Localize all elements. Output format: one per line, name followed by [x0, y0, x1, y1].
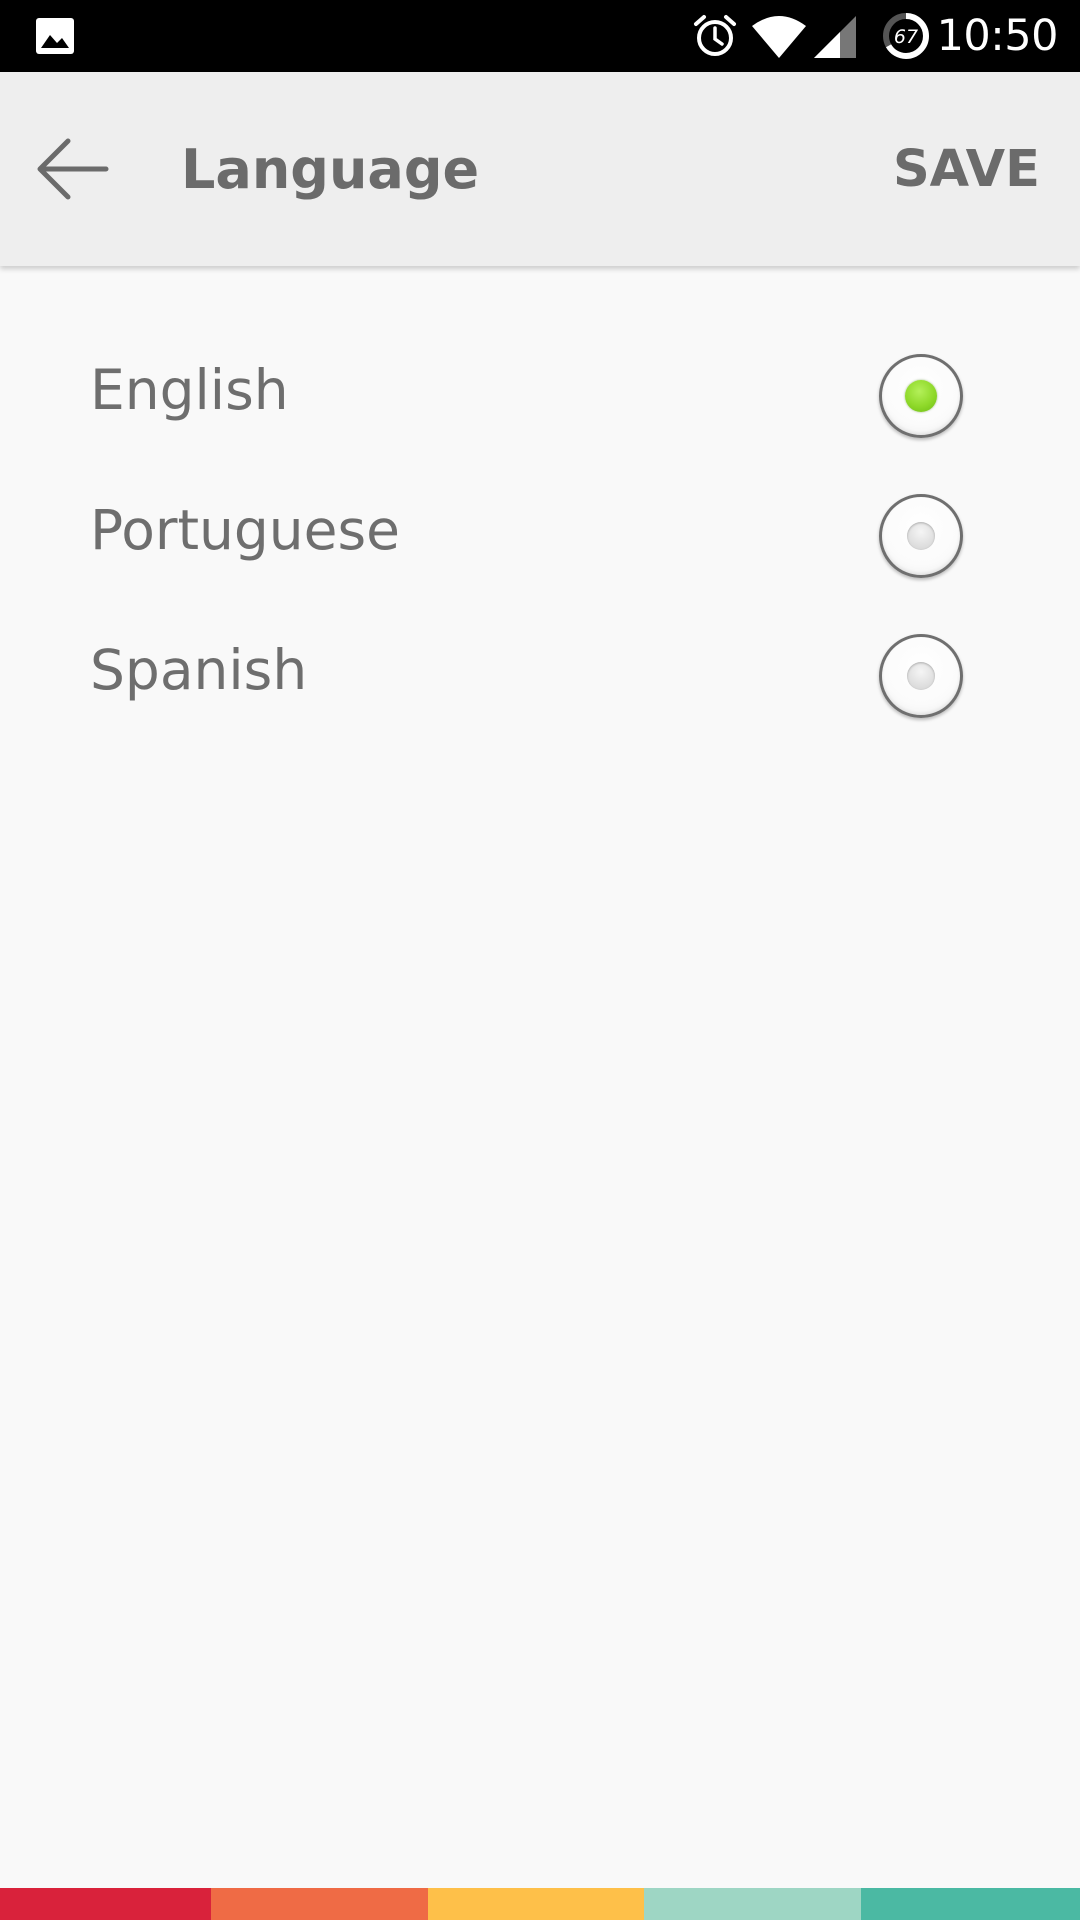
language-list: English Portuguese Spanish [0, 320, 1080, 740]
app-bar: Language SAVE [0, 72, 1080, 266]
radio-button[interactable] [879, 354, 963, 438]
svg-text:67: 67 [894, 26, 918, 48]
arrow-left-icon [37, 138, 109, 200]
alarm-icon [694, 15, 736, 56]
language-option-spanish[interactable]: Spanish [0, 600, 1080, 740]
back-button[interactable] [22, 119, 122, 219]
radio-dot [905, 380, 937, 412]
language-option-portuguese[interactable]: Portuguese [0, 460, 1080, 600]
color-segment [861, 1888, 1080, 1920]
signal-icon [814, 16, 856, 58]
status-bar: 67 10:50 [0, 0, 1080, 72]
save-button[interactable]: SAVE [893, 130, 1040, 210]
color-segment [211, 1888, 428, 1920]
brand-color-strip [0, 1888, 1080, 1920]
language-label: Portuguese [90, 498, 400, 562]
radio-button[interactable] [879, 634, 963, 718]
battery-icon: 67 [883, 13, 929, 59]
gallery-icon [36, 18, 74, 54]
language-option-english[interactable]: English [0, 320, 1080, 460]
wifi-icon [752, 16, 806, 58]
color-segment [428, 1888, 644, 1920]
radio-button[interactable] [879, 494, 963, 578]
language-label: English [90, 358, 289, 422]
page-title: Language [181, 138, 480, 201]
color-segment [0, 1888, 211, 1920]
language-label: Spanish [90, 638, 308, 702]
color-segment [644, 1888, 861, 1920]
status-time: 10:50 [936, 11, 1059, 61]
radio-dot [907, 522, 935, 550]
radio-dot [907, 662, 935, 690]
